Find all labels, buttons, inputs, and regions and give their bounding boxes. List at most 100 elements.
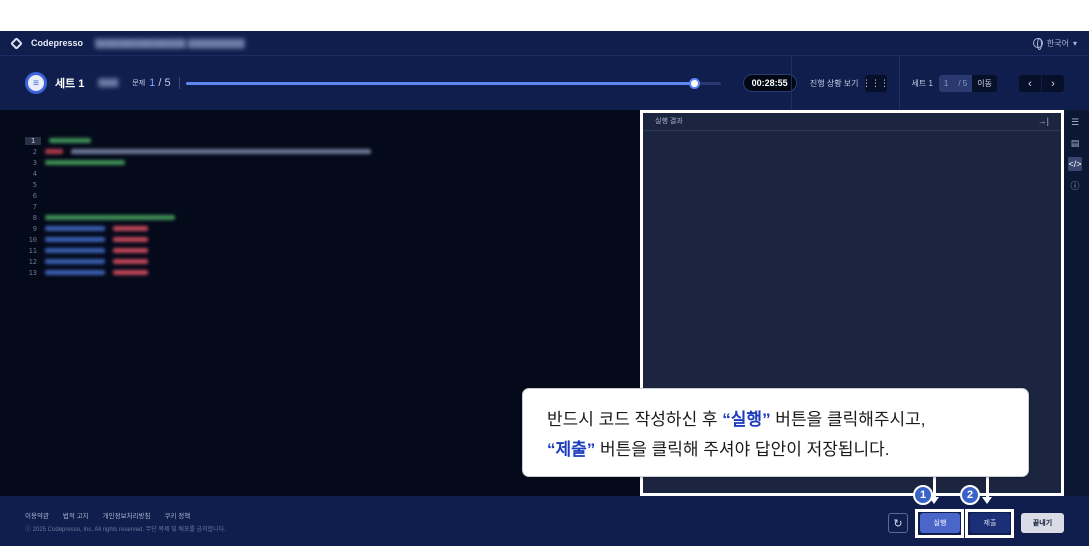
code-token: [45, 237, 105, 242]
line-number: 4: [32, 169, 37, 178]
chevron-down-icon: ▾: [1072, 38, 1077, 48]
code-token: [45, 270, 105, 275]
code-token: [45, 149, 63, 154]
code-line: 5: [25, 179, 37, 190]
go-button[interactable]: 이동: [972, 75, 997, 92]
code-token: [113, 248, 148, 253]
code-line: 2: [25, 146, 371, 157]
document-icon[interactable]: ▤: [1068, 136, 1082, 150]
status-view-label: 진행 상황 보기: [809, 79, 859, 88]
arrow-down-icon: [982, 497, 992, 504]
code-token: [45, 259, 105, 264]
step-badge-1: 1: [913, 485, 933, 505]
code-line: 11: [25, 245, 148, 256]
code-line: 9: [25, 223, 148, 234]
code-line: 8: [25, 212, 175, 223]
line-number: 8: [32, 213, 37, 222]
code-token: [113, 259, 148, 264]
run-quote: “실행”: [722, 410, 771, 429]
code-token: [45, 226, 105, 231]
footer-link[interactable]: 법적 고지: [63, 510, 89, 520]
list-icon[interactable]: ☰: [1068, 115, 1082, 129]
arrow-line: [933, 475, 936, 497]
instruction-callout: 반드시 코드 작성하신 후 “실행” 버튼을 클릭해주시고, “제출” 버튼을 …: [522, 388, 1029, 477]
callout-line-1: 반드시 코드 작성하신 후 “실행” 버튼을 클릭해주시고,: [547, 410, 926, 429]
run-button-highlight: [915, 509, 964, 538]
pager-total: / 5: [958, 79, 968, 88]
code-token: [49, 138, 91, 143]
logo-icon: [10, 36, 23, 50]
end-exam-button[interactable]: 끝내기: [1021, 513, 1064, 533]
header-controls: 진행 상황 보기 ⋮⋮⋮ 세트 1 1 / 5 이동 ‹ ›: [779, 56, 1064, 111]
chevron-left-icon: ‹: [1028, 77, 1032, 90]
language-label: 한국어: [1046, 38, 1069, 48]
submit-button-highlight: [965, 509, 1014, 538]
divider: [178, 77, 180, 89]
exam-header: ≡ 세트 1 ████ 문제 1 / 5 00:28:55 진행 상황 보기 ⋮…: [0, 55, 1089, 111]
divider: [898, 56, 900, 111]
prev-button[interactable]: ‹: [1019, 75, 1041, 92]
line-number: 5: [32, 180, 37, 189]
step-badge-2: 2: [960, 485, 980, 505]
side-toolbar: ☰ ▤ </> ⓘ: [1066, 115, 1084, 192]
code-token: [45, 160, 125, 165]
line-number: 10: [28, 235, 37, 244]
question-pager[interactable]: 1 / 5 이동: [938, 75, 997, 92]
code-token: [113, 237, 148, 242]
code-token: [45, 215, 175, 220]
line-number: 13: [28, 268, 37, 277]
line-number: 3: [32, 158, 37, 167]
footer-links: 이용약관 법적 고지 개인정보처리방침 쿠키 정책: [25, 510, 190, 520]
info-icon[interactable]: ⓘ: [1068, 178, 1082, 192]
line-number: 12: [28, 257, 37, 266]
line-number: 11: [28, 246, 37, 255]
code-line: 13: [25, 267, 148, 278]
code-token: [71, 149, 371, 154]
code-line: 4: [25, 168, 37, 179]
nav-buttons: ‹ ›: [1019, 75, 1064, 92]
reset-code-button[interactable]: ↻: [888, 513, 908, 533]
code-line: 12: [25, 256, 148, 267]
code-icon[interactable]: </>: [1068, 157, 1082, 171]
progress-bar: [185, 77, 721, 89]
set-title: 세트 1: [55, 78, 85, 90]
top-bar: Codepresso ████████████████ ██████████ 한…: [0, 31, 1089, 55]
set-badge-icon: ≡: [25, 72, 47, 94]
callout-line-2: “제출” 버튼을 클릭해 주셔야 답안이 저장됩니다.: [547, 440, 890, 459]
question-counter: 1 / 5: [149, 77, 171, 89]
set-select-label: 세트 1: [911, 79, 933, 88]
set-subtitle: ████: [98, 79, 119, 87]
line-number: 7: [32, 202, 37, 211]
globe-icon: [1032, 38, 1043, 50]
code-line: 3: [25, 157, 125, 168]
progress-knob-icon: [688, 77, 700, 89]
pager-current: 1: [943, 79, 949, 88]
line-number: 9: [32, 224, 37, 233]
footer-link[interactable]: 이용약관: [25, 510, 49, 520]
code-token: [113, 270, 148, 275]
code-line: 6: [25, 190, 37, 201]
question-label: 문제: [132, 80, 146, 87]
line-number: 2: [32, 147, 37, 156]
code-line: 7: [25, 201, 37, 212]
progress-fill: [185, 81, 694, 85]
language-selector[interactable]: 한국어 ▾: [1032, 38, 1077, 50]
status-grid-button[interactable]: ⋮⋮⋮: [862, 75, 889, 92]
code-line: 1: [25, 135, 91, 146]
divider: [790, 56, 792, 111]
copyright: ⓒ 2025 Codepresso, Inc. All rights reser…: [25, 527, 226, 533]
refresh-icon: ↻: [893, 517, 903, 530]
chevron-right-icon: ›: [1051, 77, 1055, 90]
code-line: 10: [25, 234, 148, 245]
app-name: Codepresso: [31, 38, 84, 48]
footer-link[interactable]: 개인정보처리방침: [103, 510, 151, 520]
code-token: [113, 226, 148, 231]
code-token: [45, 248, 105, 253]
line-number: 6: [32, 191, 37, 200]
line-number: 1: [25, 136, 41, 145]
footer-link[interactable]: 쿠키 정책: [165, 510, 191, 520]
breadcrumb: ████████████████ ██████████: [95, 38, 245, 48]
next-button[interactable]: ›: [1042, 75, 1064, 92]
submit-quote: “제출”: [547, 440, 596, 459]
arrow-line: [986, 475, 989, 497]
